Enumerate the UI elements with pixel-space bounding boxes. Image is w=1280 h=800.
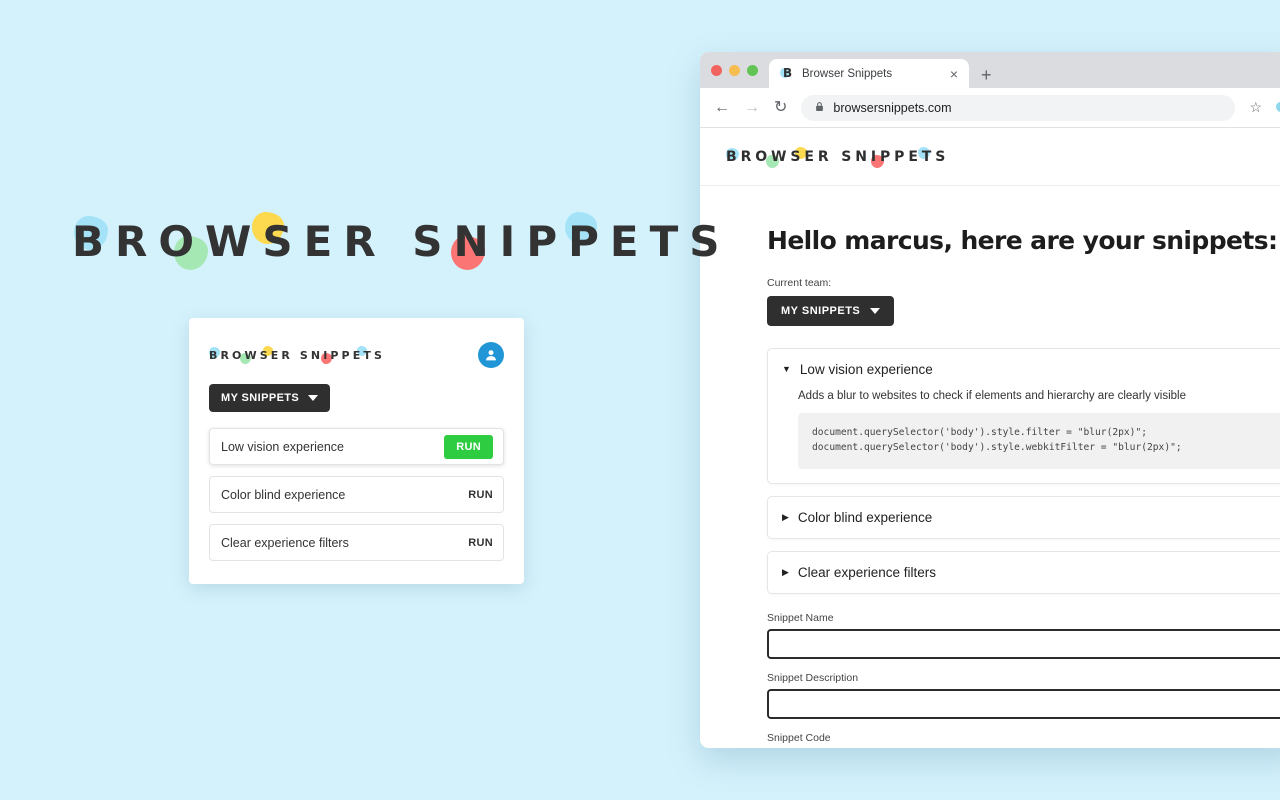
new-tab-icon[interactable]: + [981,66,992,84]
accordion-description: Adds a blur to websites to check if elem… [798,390,1186,402]
run-button[interactable]: RUN [444,434,493,459]
site-header: BROWSER SNIPPETS [700,128,1280,186]
accordion-title: Clear experience filters [797,564,936,580]
accordion-header[interactable]: ▶ Clear experience filters [768,552,1280,593]
accordion-item-color-blind: ▶ Color blind experience [767,495,1280,539]
extension-popup: BROWSER SNIPPETS MY SNIPPETS Low vision … [189,318,524,584]
bookmark-star-icon[interactable]: ☆ [1249,99,1262,116]
snippet-code-label: Snippet Code [767,731,831,744]
team-label: MY SNIPPETS [781,305,861,317]
web-page: BROWSER SNIPPETS Hello marcus, here are … [700,128,1280,748]
accordion-body: Adds a blur to websites to check if elem… [768,390,1280,483]
site-logo-text: BROWSER SNIPPETS [726,148,950,165]
hero-logo-word: BROWSER SNIPPETS [72,208,730,276]
snippet-description-input[interactable] [767,688,1280,719]
lock-icon [815,101,824,115]
run-button[interactable]: RUN [468,537,493,549]
hero-logo: BROWSER SNIPPETS [72,208,719,276]
popup-header: BROWSER SNIPPETS [209,340,504,370]
window-controls [711,52,769,88]
browser-window: B Browser Snippets × + ← → ↻ browsersnip… [700,52,1280,748]
snippet-name: Color blind experience [221,487,346,502]
accordion-item-low-vision: ▼ Low vision experience Adds a blur to w… [767,348,1280,484]
url-text: browsersnippets.com [833,100,952,115]
popup-snippet-list: Low vision experience RUN Color blind ex… [209,428,504,561]
page-root: BROWSER SNIPPETS BROWSER SNIPPETS MY SNI… [0,0,1280,800]
back-icon[interactable]: ← [714,99,730,116]
snippet-accordion-list: ▼ Low vision experience Adds a blur to w… [767,348,1280,594]
browser-toolbar: ← → ↻ browsersnippets.com ☆ B [700,88,1280,128]
triangle-right-icon: ▶ [782,566,789,577]
snippet-description-label: Snippet Description [767,671,859,684]
list-item[interactable]: Low vision experience RUN [209,428,504,465]
accordion-header[interactable]: ▼ Low vision experience [768,349,1280,390]
browser-tab[interactable]: B Browser Snippets × [769,59,969,88]
accordion-title: Color blind experience [797,509,933,525]
favicon-letter: B [783,65,793,80]
popup-logo-text: BROWSER SNIPPETS [209,349,385,362]
popup-team-label: MY SNIPPETS [221,392,300,404]
reload-icon[interactable]: ↻ [774,99,787,116]
accordion-title: Low vision experience [799,362,933,377]
triangle-right-icon: ▶ [782,511,789,522]
page-content: Hello marcus, here are your snippets: Cu… [700,186,1280,748]
snippet-name-label: Snippet Name [767,611,834,624]
favicon-icon: B [780,65,794,81]
snippet-name: Clear experience filters [221,535,349,550]
list-item[interactable]: Clear experience filters RUN [209,524,504,561]
accordion-item-clear-filters: ▶ Clear experience filters [767,550,1280,594]
run-button[interactable]: RUN [468,489,493,501]
close-window-button[interactable] [711,64,722,76]
browser-tabstrip: B Browser Snippets × + [700,52,1280,88]
address-bar[interactable]: browsersnippets.com [801,94,1236,121]
caret-down-icon [308,395,319,401]
maximize-window-button[interactable] [747,64,758,76]
triangle-down-icon: ▼ [782,364,791,374]
new-snippet-form: Snippet Name Snippet Description Snippet… [767,612,1280,748]
snippet-name-input[interactable] [767,628,1280,659]
current-team-label: Current team: [767,277,832,289]
team-selector[interactable]: MY SNIPPETS [767,296,895,326]
accordion-header[interactable]: ▶ Color blind experience [768,497,1280,538]
popup-team-selector[interactable]: MY SNIPPETS [209,384,331,412]
minimize-window-button[interactable] [729,64,740,76]
snippet-name: Low vision experience [221,439,344,454]
close-tab-icon[interactable]: × [947,67,961,81]
tab-title: Browser Snippets [802,67,893,80]
site-logo[interactable]: BROWSER SNIPPETS [726,146,950,168]
code-block: document.querySelector('body').style.fil… [798,413,1280,469]
forward-icon[interactable]: → [744,99,760,116]
page-title: Hello marcus, here are your snippets: [767,226,1278,255]
user-avatar-icon[interactable] [478,342,504,368]
caret-down-icon [870,308,881,314]
hero-logo-text: BROWSER SNIPPETS [72,217,731,266]
extension-icon[interactable]: B [1276,100,1280,116]
list-item[interactable]: Color blind experience RUN [209,476,504,513]
popup-logo: BROWSER SNIPPETS [209,346,385,364]
